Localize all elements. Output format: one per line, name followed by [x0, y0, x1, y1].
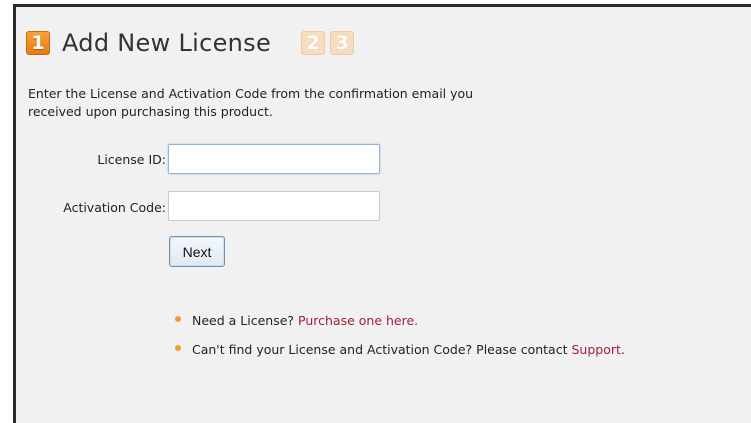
bullet-icon — [175, 316, 181, 322]
list-item: Need a License? Purchase one here. — [172, 311, 625, 331]
activation-code-input[interactable] — [168, 191, 380, 221]
step-3-badge: 3 — [330, 31, 355, 55]
wizard-header: 1 Add New License 2 3 — [26, 29, 355, 57]
support-suffix: . — [620, 342, 625, 357]
license-id-label: License ID: — [97, 152, 166, 167]
activation-code-label: Activation Code: — [63, 200, 166, 215]
step-2-badge: 2 — [301, 31, 326, 55]
list-item: Can't find your License and Activation C… — [172, 340, 625, 360]
need-license-text: Need a License? — [192, 313, 295, 328]
bullet-icon — [175, 345, 181, 351]
help-list: Need a License? Purchase one here. Can't… — [172, 311, 625, 369]
intro-line-1: Enter the License and Activation Code fr… — [28, 86, 474, 101]
license-id-input[interactable] — [168, 144, 380, 174]
next-button[interactable]: Next — [169, 236, 225, 267]
license-panel: 1 Add New License 2 3 Enter the License … — [13, 4, 751, 423]
step-1-badge: 1 — [26, 31, 50, 55]
cant-find-text: Can't find your License and Activation C… — [192, 342, 568, 357]
intro-line-2: received upon purchasing this product. — [28, 104, 273, 119]
support-link[interactable]: Support — [571, 342, 620, 357]
purchase-link[interactable]: Purchase one here. — [298, 313, 418, 328]
page-title: Add New License — [62, 29, 272, 57]
intro-text: Enter the License and Activation Code fr… — [28, 85, 628, 121]
